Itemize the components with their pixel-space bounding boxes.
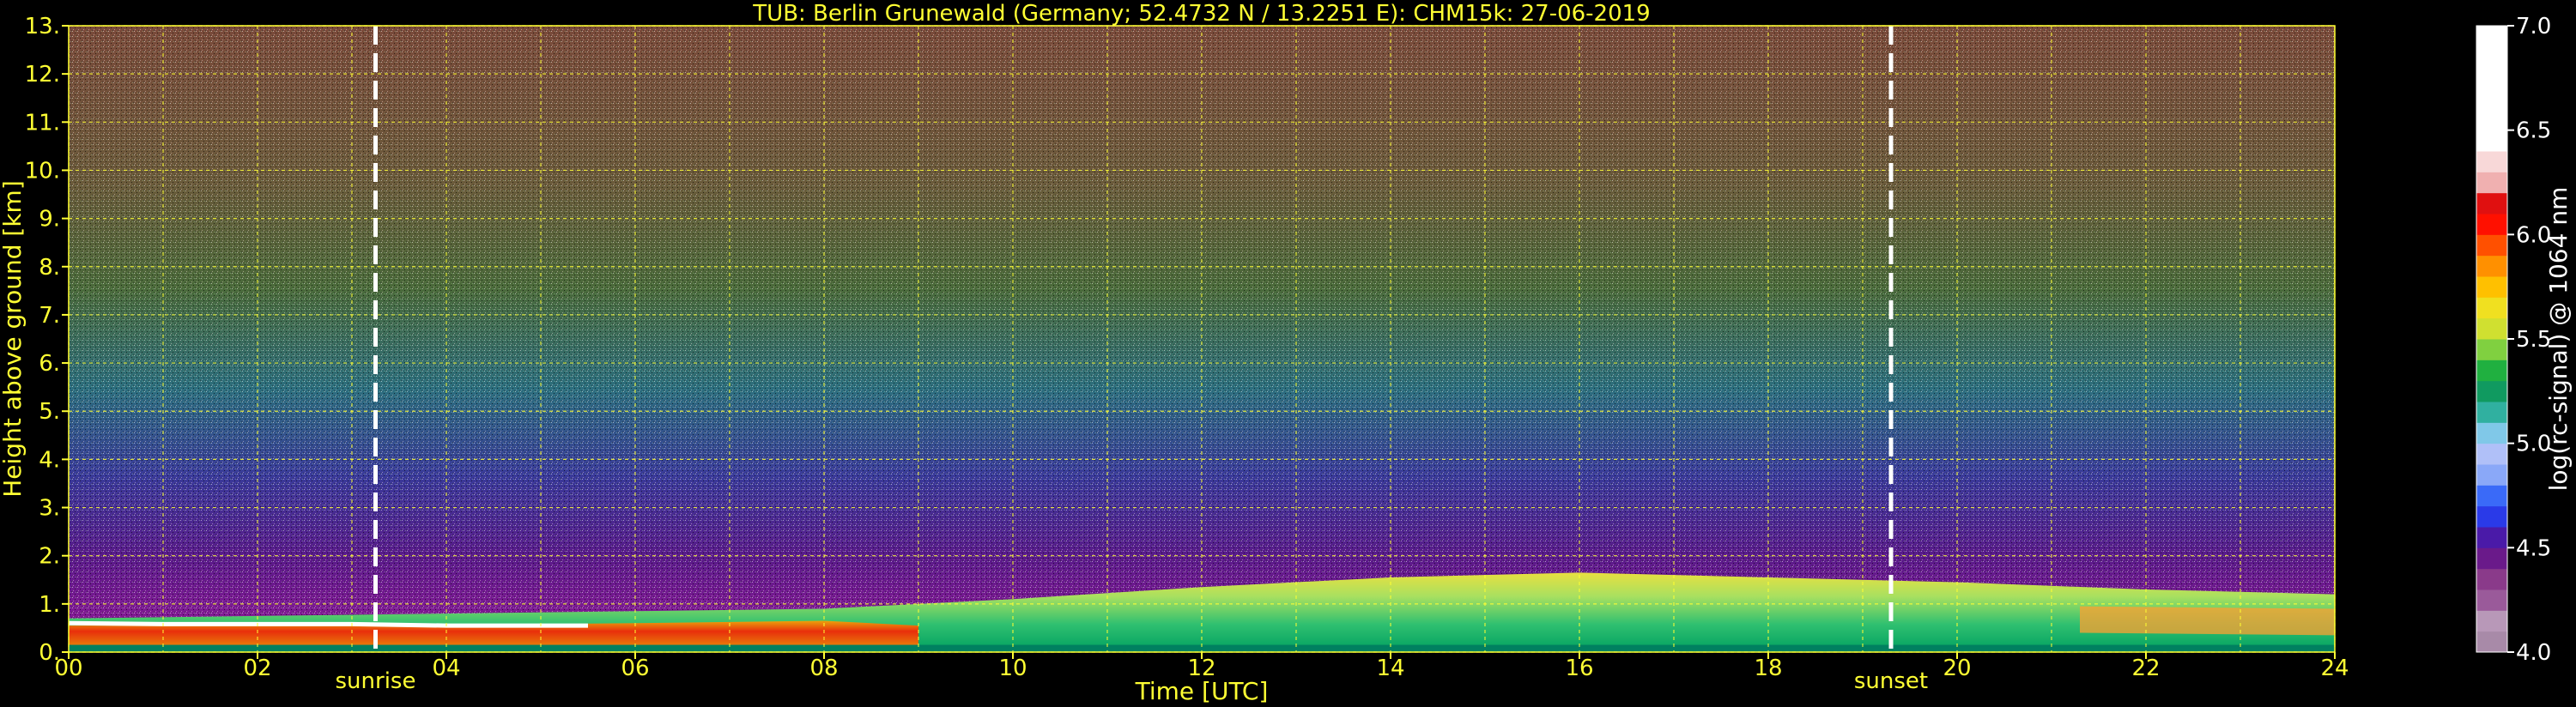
y-tick-label: 0. — [39, 640, 60, 666]
colorbar-segment — [2476, 464, 2507, 486]
colorbar-segment — [2476, 234, 2507, 257]
colorbar-segment — [2476, 380, 2507, 402]
colorbar-segment — [2476, 485, 2507, 507]
colorbar-segment — [2476, 67, 2507, 89]
y-tick-label: 4. — [39, 447, 60, 473]
colorbar-tick-label: 4.0 — [2516, 640, 2551, 666]
y-tick-label: 9. — [39, 207, 60, 233]
y-tick-label: 1. — [39, 592, 60, 618]
colorbar-label: log(rc-signal) @ 1064 nm — [2544, 187, 2573, 492]
y-tick-label: 2. — [39, 544, 60, 570]
colorbar-segment — [2476, 26, 2507, 47]
x-tick-label: 06 — [621, 656, 649, 681]
evening-layer — [2080, 606, 2335, 636]
colorbar-segment — [2476, 568, 2507, 590]
colorbar-segment — [2476, 88, 2507, 110]
plot-area: sunrise sunset — [68, 25, 2336, 694]
colorbar-segment — [2476, 505, 2507, 528]
x-tick-label: 20 — [1943, 656, 1971, 681]
x-tick-label: 08 — [809, 656, 838, 681]
x-tick-label: 22 — [2131, 656, 2160, 681]
x-tick-label: 10 — [998, 656, 1027, 681]
sunset-label: sunset — [1854, 668, 1928, 694]
sunrise-label: sunrise — [336, 668, 416, 694]
colorbar-tick-label: 6.5 — [2516, 118, 2551, 144]
colorbar-segment — [2476, 339, 2507, 360]
y-axis-label: Height above ground [km] — [0, 180, 27, 498]
colorbar-segment — [2476, 192, 2507, 215]
y-tick-label: 8. — [39, 255, 60, 281]
layer-top-line — [68, 620, 588, 628]
colorbar-segment — [2476, 317, 2507, 340]
y-tick-label: 13. — [25, 14, 60, 39]
colorbar-segment — [2476, 631, 2507, 653]
x-axis-label: Time [UTC] — [1135, 677, 1269, 705]
colorbar-segment — [2476, 547, 2507, 570]
y-tick-label: 7. — [39, 303, 60, 329]
colorbar-segment — [2476, 360, 2507, 382]
y-tick-label: 5. — [39, 399, 60, 425]
x-tick-label: 16 — [1565, 656, 1593, 681]
colorbar-segment — [2476, 214, 2507, 235]
colorbar-segment — [2476, 589, 2507, 611]
x-tick-label: 24 — [2320, 656, 2349, 681]
chart-title: TUB: Berlin Grunewald (Germany; 52.4732 … — [752, 1, 1650, 27]
y-tick-label: 11. — [25, 110, 60, 136]
colorbar-segment — [2476, 151, 2507, 172]
colorbar-segment — [2476, 422, 2507, 444]
y-tick-label: 6. — [39, 351, 60, 377]
colorbar-segment — [2476, 276, 2507, 298]
colorbar-segment — [2476, 172, 2507, 194]
colorbar-segment — [2476, 255, 2507, 277]
colorbar-segment — [2476, 610, 2507, 632]
colorbar: 4.04.55.05.56.06.57.0log(rc-signal) @ 10… — [2476, 14, 2573, 666]
noise-texture — [69, 26, 2335, 652]
colorbar-tick-label: 4.5 — [2516, 535, 2551, 561]
colorbar-segment — [2476, 527, 2507, 548]
colorbar-tick-label: 7.0 — [2516, 14, 2551, 39]
x-tick-label: 18 — [1754, 656, 1782, 681]
colorbar-segment — [2476, 109, 2507, 131]
y-tick-label: 10. — [25, 158, 60, 184]
lidar-chart: sunrise sunset 00 02 04 06 08 10 12 14 16 18 20 22 24… — [0, 1, 2573, 705]
y-tick-label: 12. — [25, 62, 60, 88]
colorbar-segment — [2476, 130, 2507, 152]
x-tick-label: 04 — [432, 656, 460, 681]
y-tick-label: 3. — [39, 496, 60, 522]
colorbar-segment — [2476, 443, 2507, 465]
x-tick-label: 14 — [1376, 656, 1404, 681]
colorbar-segment — [2476, 402, 2507, 423]
colorbar-segment — [2476, 297, 2507, 319]
x-tick-label: 02 — [243, 656, 271, 681]
colorbar-segment — [2476, 46, 2507, 69]
